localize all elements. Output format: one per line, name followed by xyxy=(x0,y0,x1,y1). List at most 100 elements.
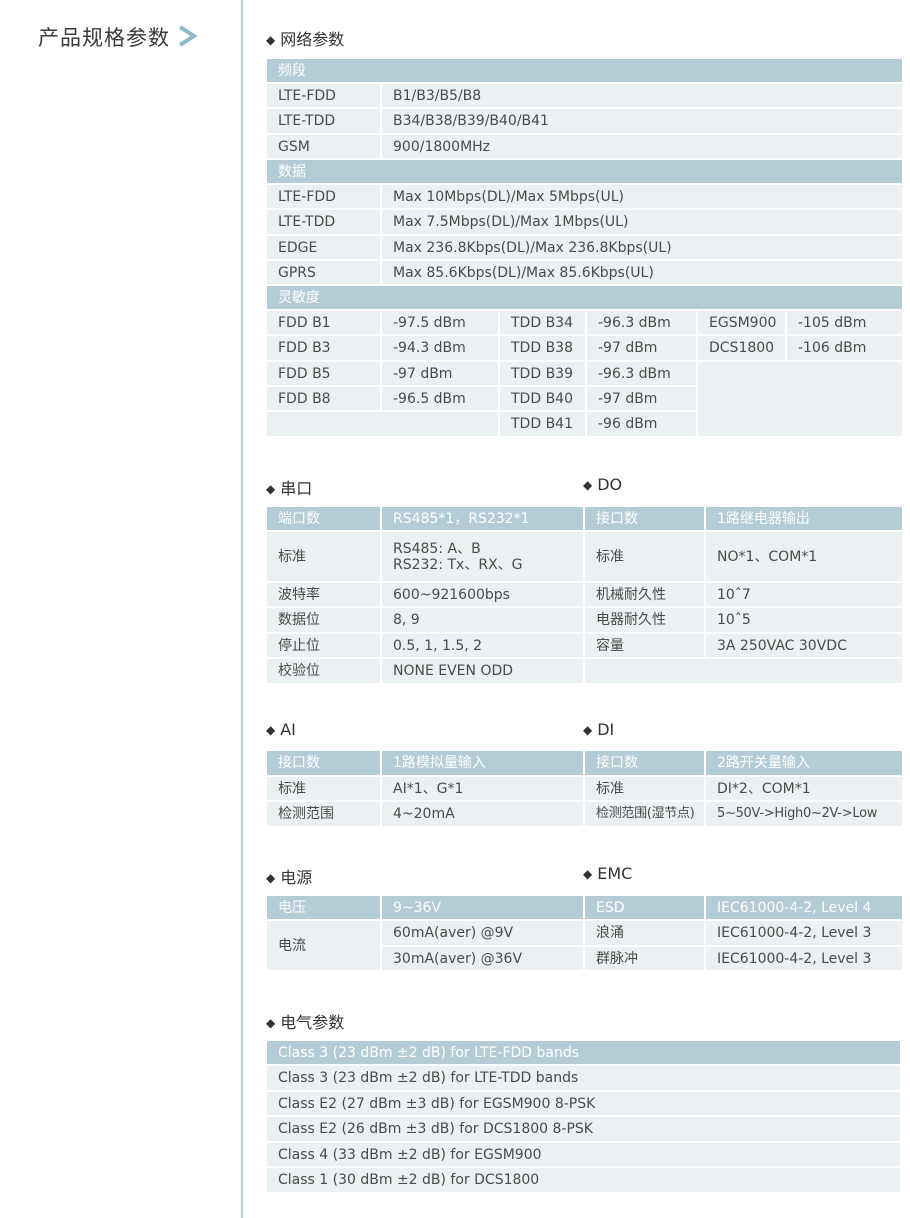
table-cell: 4~20mA xyxy=(380,800,586,828)
diamond-icon: ◆ xyxy=(583,723,593,737)
table-cell: AI*1、G*1 xyxy=(380,775,586,802)
table-cell: TDD B40 xyxy=(498,385,587,412)
table-header-cell: 端口数 xyxy=(265,505,382,532)
table-cell: 群脉冲 xyxy=(583,945,706,972)
table-cell: 900/1800MHz xyxy=(379,133,905,160)
table-cell: TDD B38 xyxy=(498,334,587,362)
electrical-table: Class 3 (23 dBm ±2 dB) for LTE-FDD bands… xyxy=(265,1039,902,1194)
table-cell: -96.5 dBm xyxy=(380,385,500,412)
cell-line: RS232: Tx、RX、G xyxy=(393,556,523,573)
table-cell: 10ˆ7 xyxy=(704,581,904,608)
table-cell: IEC61000-4-2, Level 3 xyxy=(704,919,904,947)
section-electrical: ◆ 电气参数 xyxy=(266,1009,344,1033)
table-cell: -97 dBm xyxy=(585,385,698,412)
table-header-cell: ESD xyxy=(583,894,706,921)
table-cell: 3A 250VAC 30VDC xyxy=(704,632,904,659)
table-cell: 5~50V->High0~2V->Low xyxy=(704,800,904,828)
table-cell: 机械耐久性 xyxy=(583,581,706,608)
empty-cell xyxy=(265,410,500,438)
table-header-cell: Class 3 (23 dBm ±2 dB) for LTE-FDD bands xyxy=(265,1039,902,1066)
table-cell: -97 dBm xyxy=(585,334,698,362)
do-table: 接口数 1路继电器输出 标准 NO*1、COM*1 机械耐久性 10ˆ7 电器耐久性 1… xyxy=(583,505,904,685)
table-cell: 标准 xyxy=(583,775,706,802)
page-side-title: 产品规格参数 xyxy=(38,26,170,50)
table-cell: EGSM900 xyxy=(696,309,787,336)
section-heading: 串口 xyxy=(280,479,313,498)
network-table: 频段 LTE-FDD B1/B3/B5/B8 LTE-TDD B34/B38/B39… xyxy=(264,57,905,438)
table-cell: RS485: A、B RS232: Tx、RX、G xyxy=(380,530,586,583)
table-cell: 波特率 xyxy=(265,581,382,608)
table-cell: -97.5 dBm xyxy=(380,309,500,336)
table-cell: Max 7.5Mbps(DL)/Max 1Mbps(UL) xyxy=(379,208,905,236)
table-cell: 600~921600bps xyxy=(380,581,586,608)
table-cell: Max 85.6Kbps(DL)/Max 85.6Kbps(UL) xyxy=(379,259,905,286)
table-cell: 检测范围(湿节点) xyxy=(583,800,706,828)
emc-table: ESD IEC61000-4-2, Level 4 浪涌 IEC61000-4-2,… xyxy=(583,894,904,972)
table-cell: TDD B34 xyxy=(498,309,587,336)
diamond-icon: ◆ xyxy=(266,723,276,737)
table-cell: FDD B5 xyxy=(265,360,382,387)
table-cell: Class E2 (26 dBm ±3 dB) for DCS1800 8-PS… xyxy=(265,1115,902,1143)
section-heading: 电源 xyxy=(280,868,313,887)
section-heading: 网络参数 xyxy=(280,30,345,49)
serial-table: 端口数 RS485*1，RS232*1 标准 RS485: A、B RS232: T… xyxy=(265,505,586,685)
table-cell: GPRS xyxy=(265,259,382,286)
table-header-cell: 接口数 xyxy=(583,505,706,532)
table-cell: -94.3 dBm xyxy=(380,334,500,362)
data-header: 数据 xyxy=(264,158,905,185)
diamond-icon: ◆ xyxy=(266,482,276,496)
table-cell: B1/B3/B5/B8 xyxy=(379,82,905,109)
table-cell: -97 dBm xyxy=(380,360,500,387)
table-cell: LTE-TDD xyxy=(265,107,382,135)
table-cell: Max 10Mbps(DL)/Max 5Mbps(UL) xyxy=(379,183,905,210)
table-cell: IEC61000-4-2, Level 3 xyxy=(704,945,904,972)
section-heading: EMC xyxy=(597,864,633,883)
section-emc: ◆ EMC xyxy=(583,864,632,883)
table-cell: 校验位 xyxy=(265,657,382,685)
vertical-divider xyxy=(241,0,243,1218)
table-header-cell: IEC61000-4-2, Level 4 xyxy=(704,894,904,921)
table-cell: TDD B41 xyxy=(498,410,587,438)
table-cell: Max 236.8Kbps(DL)/Max 236.8Kbps(UL) xyxy=(379,234,905,261)
table-cell: -105 dBm xyxy=(784,309,905,336)
section-heading: DI xyxy=(597,720,615,739)
di-table: 接口数 2路开关量输入 标准 DI*2、COM*1 检测范围(湿节点) 5~50V->… xyxy=(583,749,904,828)
power-table: 电压 9~36V 电流 60mA(aver) @9V 30mA(aver) @36V xyxy=(265,894,586,972)
section-heading: 电气参数 xyxy=(280,1013,345,1032)
section-serial: ◆ 串口 xyxy=(266,475,312,499)
diamond-icon: ◆ xyxy=(583,867,593,881)
table-header-cell: RS485*1，RS232*1 xyxy=(380,505,586,532)
table-cell: NO*1、COM*1 xyxy=(704,530,904,583)
table-header-cell: 9~36V xyxy=(380,894,586,921)
table-cell: 电器耐久性 xyxy=(583,606,706,634)
table-cell: EDGE xyxy=(265,234,382,261)
table-cell: 标准 xyxy=(583,530,706,583)
diamond-icon: ◆ xyxy=(266,33,276,47)
table-header-cell: 电压 xyxy=(265,894,382,921)
table-cell: NONE EVEN ODD xyxy=(380,657,586,685)
diamond-icon: ◆ xyxy=(266,871,276,885)
table-cell: -96.3 dBm xyxy=(585,309,698,336)
section-network: ◆ 网络参数 xyxy=(266,26,344,50)
table-cell: LTE-TDD xyxy=(265,208,382,236)
section-heading: AI xyxy=(280,720,296,739)
table-cell: LTE-FDD xyxy=(265,183,382,210)
table-cell: 停止位 xyxy=(265,632,382,659)
section-do: ◆ DO xyxy=(583,475,622,494)
table-cell: 容量 xyxy=(583,632,706,659)
table-cell: FDD B1 xyxy=(265,309,382,336)
ai-table: 接口数 1路模拟量输入 标准 AI*1、G*1 检测范围 4~20mA xyxy=(265,749,586,828)
table-cell: 检测范围 xyxy=(265,800,382,828)
table-cell: FDD B3 xyxy=(265,334,382,362)
table-cell: -96 dBm xyxy=(585,410,698,438)
table-cell: 浪涌 xyxy=(583,919,706,947)
table-cell: TDD B39 xyxy=(498,360,587,387)
table-cell: DCS1800 xyxy=(696,334,787,362)
table-cell: 8, 9 xyxy=(380,606,586,634)
empty-cell xyxy=(583,657,904,685)
band-header: 频段 xyxy=(264,57,905,84)
table-cell: GSM xyxy=(265,133,382,160)
table-cell: Class E2 (27 dBm ±3 dB) for EGSM900 8-PS… xyxy=(265,1090,902,1117)
table-header-cell: 1路继电器输出 xyxy=(704,505,904,532)
diamond-icon: ◆ xyxy=(583,478,593,492)
